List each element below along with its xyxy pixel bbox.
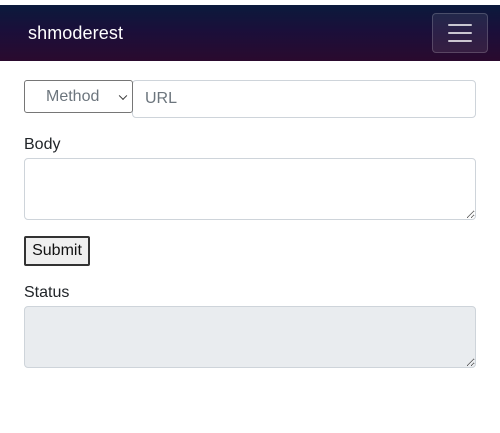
url-input[interactable]	[132, 80, 476, 118]
hamburger-menu-icon	[448, 24, 472, 26]
submit-button[interactable]: Submit	[24, 236, 90, 266]
brand-name[interactable]: shmoderest	[28, 23, 123, 44]
hamburger-menu-icon-bar	[448, 40, 472, 42]
navbar: shmoderest	[0, 5, 500, 61]
status-label: Status	[24, 284, 70, 301]
method-select-value: Method	[46, 87, 100, 105]
chevron-down-icon	[118, 91, 128, 100]
request-row: Method	[24, 80, 476, 118]
body-textarea[interactable]	[24, 158, 476, 220]
status-textarea	[24, 306, 476, 368]
body-label: Body	[24, 136, 61, 153]
method-select[interactable]: Method	[24, 80, 133, 113]
hamburger-menu-icon-bar	[448, 32, 472, 34]
navbar-toggler-button[interactable]	[432, 13, 488, 53]
